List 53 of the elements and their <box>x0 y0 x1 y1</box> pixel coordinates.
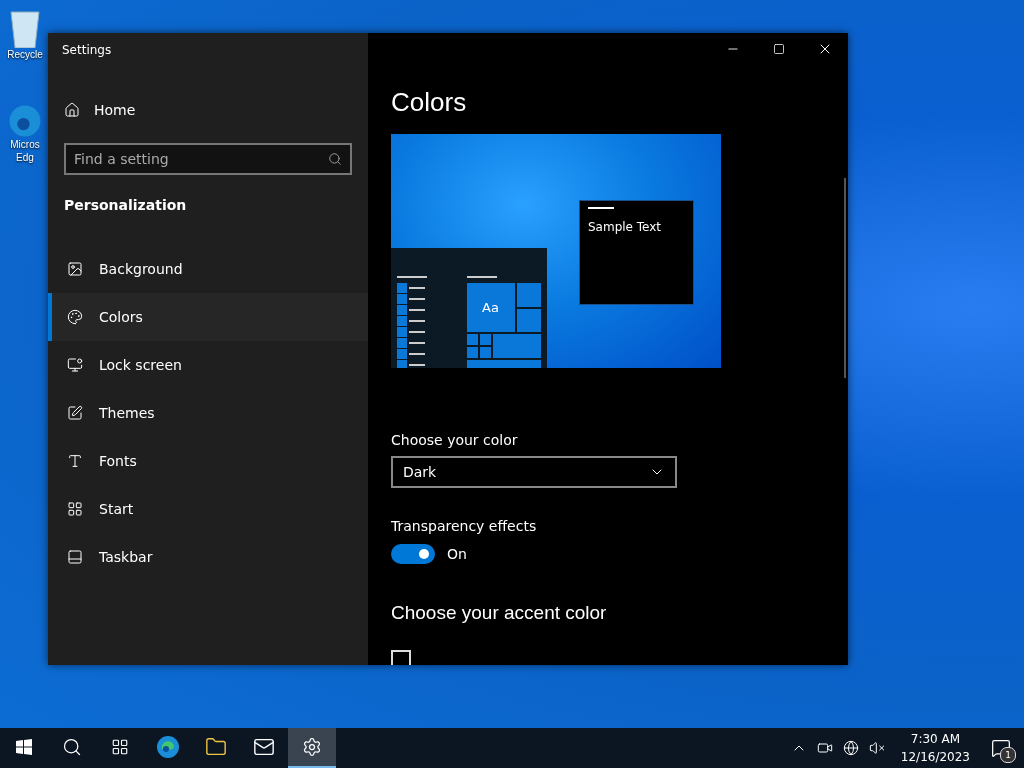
desktop-icon-label: Edg <box>16 151 34 164</box>
taskbar-button[interactable] <box>288 728 336 768</box>
notification-button[interactable]: 1 <box>986 733 1016 763</box>
desktop-icon-label: Recycle <box>7 48 43 61</box>
sidebar-item[interactable]: Fonts <box>48 437 368 485</box>
search-icon <box>62 737 82 757</box>
search-field[interactable]: Find a setting <box>74 151 328 167</box>
clock[interactable]: 7:30 AM 12/16/2023 <box>894 730 976 766</box>
field-label: Choose your color <box>391 432 519 448</box>
camera-icon <box>816 740 833 756</box>
sidebar-item[interactable]: Start <box>48 485 368 533</box>
monitor-icon <box>67 357 83 373</box>
color-mode-dropdown[interactable]: Dark <box>391 456 677 488</box>
globe-icon <box>842 740 859 756</box>
sidebar-item[interactable]: Lock screen <box>48 341 368 389</box>
gear-icon <box>302 737 322 757</box>
checkbox[interactable] <box>391 650 411 665</box>
sidebar-item[interactable]: Themes <box>48 389 368 437</box>
pen-icon <box>67 405 83 421</box>
folder-icon <box>205 736 227 758</box>
mail-icon <box>253 736 275 758</box>
panel-icon <box>67 549 83 565</box>
section-heading: Choose your accent color <box>391 602 608 624</box>
palette-icon <box>67 309 83 325</box>
sample-text: Sample Text <box>588 220 662 234</box>
home-link[interactable]: Home <box>64 97 368 123</box>
window-title: Settings <box>61 42 113 59</box>
page-title: Colors <box>391 87 468 118</box>
maximize-icon <box>773 43 785 55</box>
task-view-icon <box>111 738 129 756</box>
field-label: Transparency effects <box>391 518 538 534</box>
font-icon <box>67 453 83 469</box>
browser-logo-icon <box>156 735 180 759</box>
search-box[interactable]: Find a setting <box>64 143 352 175</box>
grid-icon <box>67 501 83 517</box>
desktop-icon-label: Micros <box>10 138 40 151</box>
sidebar-item[interactable]: Colors <box>48 293 368 341</box>
notification-badge: 1 <box>1000 747 1016 763</box>
recycle-bin-icon[interactable] <box>10 8 40 48</box>
scrollbar[interactable] <box>844 178 846 378</box>
sidebar-item[interactable]: Background <box>48 245 368 293</box>
windows-logo-icon <box>16 739 32 755</box>
tile-label: Aa <box>482 300 499 315</box>
picture-icon <box>67 261 83 277</box>
message-icon <box>991 738 1011 758</box>
home-icon <box>64 102 80 118</box>
search-icon <box>328 152 342 166</box>
toggle-switch[interactable] <box>391 544 435 564</box>
section-heading: Personalization <box>64 197 188 213</box>
muted-speaker-icon <box>868 740 885 756</box>
title-line-icon <box>588 207 614 209</box>
toggle-state-text: On <box>447 546 467 562</box>
sidebar-item[interactable]: Taskbar <box>48 533 368 581</box>
